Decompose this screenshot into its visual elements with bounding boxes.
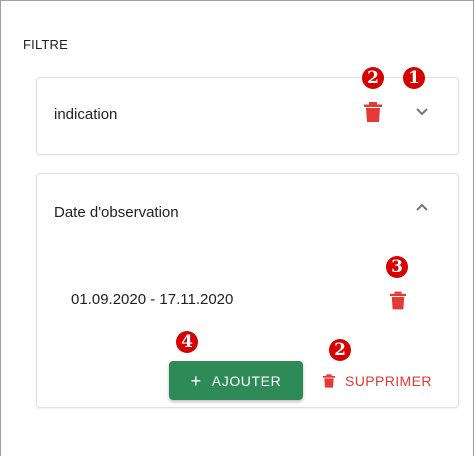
chevron-down-icon[interactable] <box>415 107 429 116</box>
annotation-marker-1: 1 <box>403 67 425 89</box>
annotation-marker-2: 2 <box>362 67 384 89</box>
date-range-value: 01.09.2020 - 17.11.2020 <box>71 291 234 308</box>
add-button[interactable]: + AJOUTER <box>169 361 303 400</box>
filter-card-indication[interactable]: indication <box>36 77 459 155</box>
chevron-up-icon[interactable] <box>415 203 429 212</box>
delete-button[interactable]: SUPPRIMER <box>319 361 436 400</box>
trash-icon[interactable] <box>390 291 406 310</box>
filter-card-date-observation[interactable]: Date d'observation 01.09.2020 - 17.11.20… <box>36 173 459 408</box>
filter-panel: FILTRE indication Date d'observation 01.… <box>0 0 474 456</box>
plus-icon: + <box>190 370 202 391</box>
filter-label: Date d'observation <box>54 204 179 221</box>
filter-label: indication <box>54 106 118 123</box>
annotation-marker-4: 4 <box>176 331 198 353</box>
add-button-label: AJOUTER <box>211 372 282 389</box>
annotation-marker-2: 2 <box>329 339 351 361</box>
trash-icon[interactable] <box>364 102 382 122</box>
trash-icon <box>323 373 335 388</box>
annotation-marker-3: 3 <box>386 256 408 278</box>
panel-title: FILTRE <box>23 37 69 52</box>
delete-button-label: SUPPRIMER <box>345 372 432 389</box>
